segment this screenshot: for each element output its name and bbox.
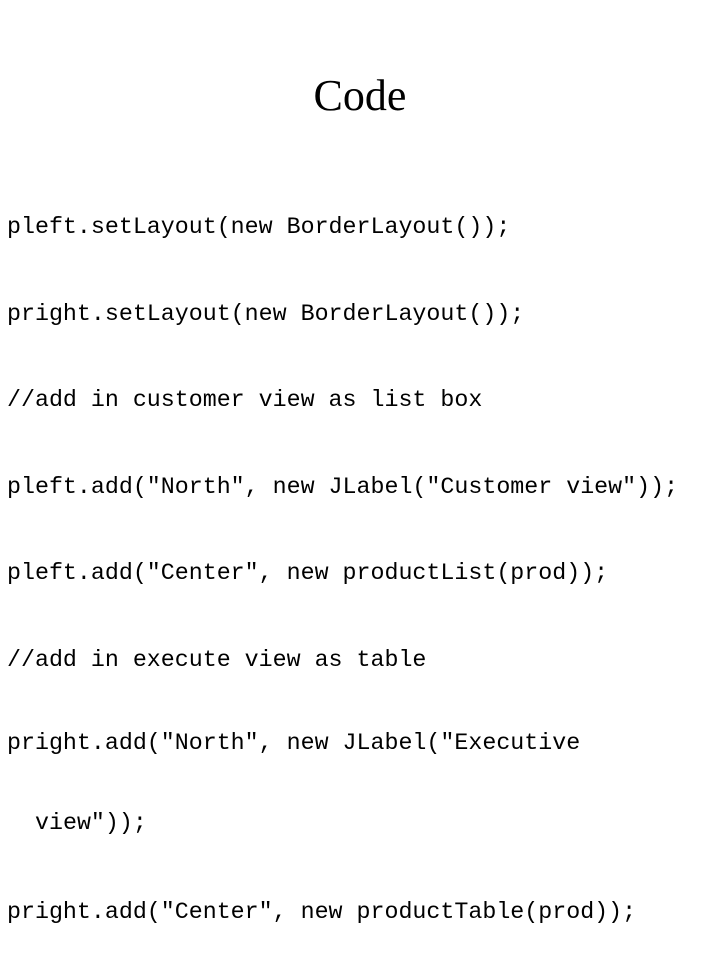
code-block: pleft.setLayout(new BorderLayout()); pri… bbox=[7, 158, 678, 956]
slide-title: Code bbox=[313, 71, 407, 120]
code-line-continuation: view")); bbox=[35, 809, 147, 836]
code-line: pleft.add("North", new JLabel("Customer … bbox=[7, 473, 679, 500]
code-line: pright.setLayout(new BorderLayout()); bbox=[7, 300, 525, 327]
code-line: pleft.add("Center", new productList(prod… bbox=[7, 560, 609, 587]
code-comment-line: //add in customer view as list box bbox=[7, 387, 483, 414]
code-comment-line: //add in execute view as table bbox=[7, 646, 427, 673]
code-line: pleft.setLayout(new BorderLayout()); bbox=[7, 214, 511, 240]
code-line: pright.add("Center", new productTable(pr… bbox=[7, 899, 637, 926]
code-line: pright.add("North", new JLabel("Executiv… bbox=[7, 729, 581, 756]
